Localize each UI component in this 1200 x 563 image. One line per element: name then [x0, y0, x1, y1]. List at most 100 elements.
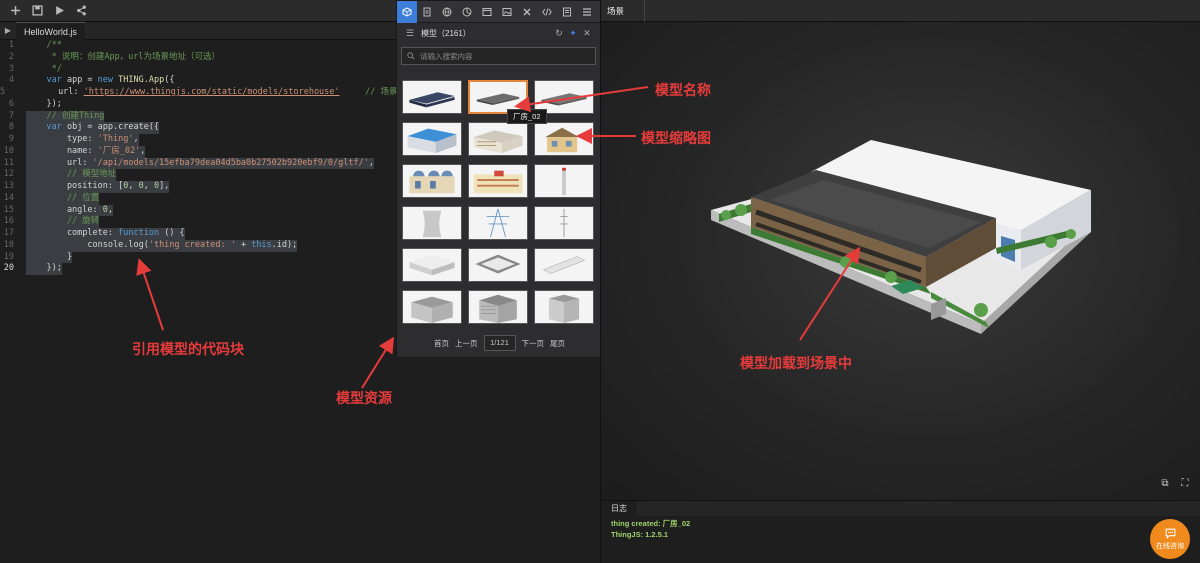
chart-icon[interactable] [457, 1, 477, 23]
line-number: 15 [3, 204, 14, 215]
model-thumbnail[interactable] [468, 248, 528, 282]
window-icon[interactable] [477, 1, 497, 23]
online-consult-button[interactable]: 在线咨询 [1150, 519, 1190, 559]
code-text: type: 'Thing', [26, 134, 139, 146]
model-thumbnail[interactable] [402, 80, 462, 114]
model-thumbnail[interactable] [534, 290, 594, 324]
code-line[interactable]: 17 complete: function () { [0, 228, 396, 240]
code-line[interactable]: 14 // 位置 [0, 192, 396, 205]
code-token: ], [159, 181, 170, 191]
code-line[interactable]: 6 }); [0, 99, 396, 111]
code-token: position: [ [26, 181, 124, 191]
model-thumbnail[interactable] [402, 164, 462, 198]
code-line[interactable]: 20 }); [0, 263, 396, 275]
list-icon[interactable] [577, 1, 597, 23]
log-panel: thing created: 厂房_02 ThingJS: 1.2.5.1 [601, 516, 1200, 563]
tab-scene[interactable]: 场景 [601, 0, 645, 22]
model-thumbnail[interactable] [534, 206, 594, 240]
code-token: var [46, 122, 62, 133]
code-line[interactable]: 7 // 创建Thing [0, 110, 396, 123]
code-text: */ [26, 64, 62, 76]
code-token: .id); [271, 239, 298, 250]
line-number: 9 [8, 134, 14, 144]
model-thumbnail[interactable] [402, 248, 462, 282]
thingjs-ide: ▶ HelloWorld.js 1 /** 2 * 说明：创建App，url为场景… [0, 0, 1200, 563]
code-line[interactable]: 13 position: [0, 0, 0], [0, 181, 396, 193]
code-line[interactable]: 1 /** [0, 40, 396, 52]
code-text: // 旋转 [26, 216, 100, 228]
code-token: name: [26, 145, 98, 156]
code-text: /** [26, 40, 61, 52]
code-line[interactable]: 15 angle: 0, [0, 204, 396, 217]
annotation-model-thumb: 模型缩略图 [641, 131, 711, 147]
tab-log[interactable]: 日志 [601, 501, 637, 517]
search-placeholder: 请输入搜索内容 [420, 51, 473, 61]
code-line[interactable]: 16 // 旋转 [0, 216, 396, 228]
globe-icon[interactable] [437, 1, 457, 23]
expand-icon[interactable]: ⧉ [1158, 476, 1172, 490]
code-line[interactable]: 18 console.log('thing created: ' + this.… [0, 239, 396, 252]
next-page-link[interactable]: 下一页 [522, 338, 545, 349]
code-token: }); [26, 98, 62, 109]
model-thumbnail[interactable] [534, 248, 594, 282]
model-thumbnail[interactable] [468, 290, 528, 324]
code-line[interactable]: 9 type: 'Thing', [0, 134, 396, 146]
code-token: , [107, 204, 114, 215]
close-icon[interactable]: ✕ [580, 28, 594, 39]
line-number: 16 [3, 216, 14, 227]
code-token: 'https://www.thingjs.com/static/models/s… [83, 87, 340, 97]
code-line[interactable]: 2 * 说明：创建App，url为场景地址（可选） [0, 52, 396, 64]
code-line[interactable]: 12 // 模型地址 [0, 169, 396, 181]
model-thumbnail[interactable] [468, 164, 528, 198]
line-number: 6 [8, 98, 14, 109]
code-token: url: [26, 157, 93, 168]
model-thumbnail[interactable] [534, 164, 594, 198]
share-icon[interactable] [70, 0, 92, 22]
cube-icon[interactable] [397, 0, 417, 23]
model-thumbnail[interactable] [534, 122, 594, 156]
code-line[interactable]: 8 var obj = app.create({ [0, 122, 396, 134]
code-token: + [235, 239, 252, 250]
model-thumbnail[interactable] [402, 122, 462, 156]
model-thumbnail[interactable] [402, 290, 462, 324]
last-page-link[interactable]: 尾页 [550, 338, 565, 349]
menu-icon[interactable]: ☰ [403, 28, 417, 39]
code-token: * 说明：创建App，url为场景地址（可选） [26, 51, 221, 62]
code-text: url: '/api/models/15efba79dea04d5ba0b275… [26, 157, 374, 170]
play-small-icon[interactable]: ▶ [0, 22, 16, 40]
save-icon[interactable] [26, 0, 48, 22]
line-number: 17 [3, 228, 14, 238]
tab-helloworld[interactable]: HelloWorld.js [16, 21, 85, 40]
line-number: 10 [3, 145, 14, 156]
image-icon[interactable] [497, 1, 517, 23]
prev-page-link[interactable]: 上一页 [455, 338, 478, 349]
tools-icon[interactable] [517, 1, 537, 23]
model-thumbnail[interactable] [468, 122, 528, 156]
code-line[interactable]: 4 var app = new THING.App({ [0, 75, 396, 87]
note-icon[interactable] [557, 1, 577, 23]
code-text: name: '厂房_02', [26, 145, 146, 158]
code-line[interactable]: 19 } [0, 251, 396, 264]
line-number: 8 [8, 122, 14, 133]
code-text: }); [26, 263, 62, 275]
page-input[interactable]: 1/121 [483, 335, 516, 351]
code-line[interactable]: 11 url: '/api/models/15efba79dea04d5ba0b… [0, 157, 396, 170]
run-icon[interactable] [48, 0, 70, 22]
file-icon[interactable] [417, 1, 437, 23]
add-icon[interactable] [4, 0, 26, 22]
search-input[interactable]: 请输入搜索内容 [401, 47, 596, 65]
model-thumbnail[interactable] [402, 206, 462, 240]
code-line[interactable]: 5 url: 'https://www.thingjs.com/static/m… [0, 87, 414, 99]
first-page-link[interactable]: 首页 [434, 338, 449, 349]
code-line[interactable]: 10 name: '厂房_02', [0, 145, 396, 158]
code-editor[interactable]: 1 /** 2 * 说明：创建App，url为场景地址（可选） 3 */4 var … [0, 40, 414, 563]
code-token: , [133, 134, 139, 144]
model-thumbnail[interactable] [468, 206, 528, 240]
fullscreen-icon[interactable]: ⛶ [1178, 476, 1192, 490]
code-text: position: [0, 0, 0], [26, 181, 170, 193]
pin-icon[interactable]: ✦ [566, 28, 580, 39]
refresh-icon[interactable]: ↻ [552, 28, 566, 39]
code-line[interactable]: 3 */ [0, 64, 396, 76]
code-icon[interactable] [537, 1, 557, 23]
